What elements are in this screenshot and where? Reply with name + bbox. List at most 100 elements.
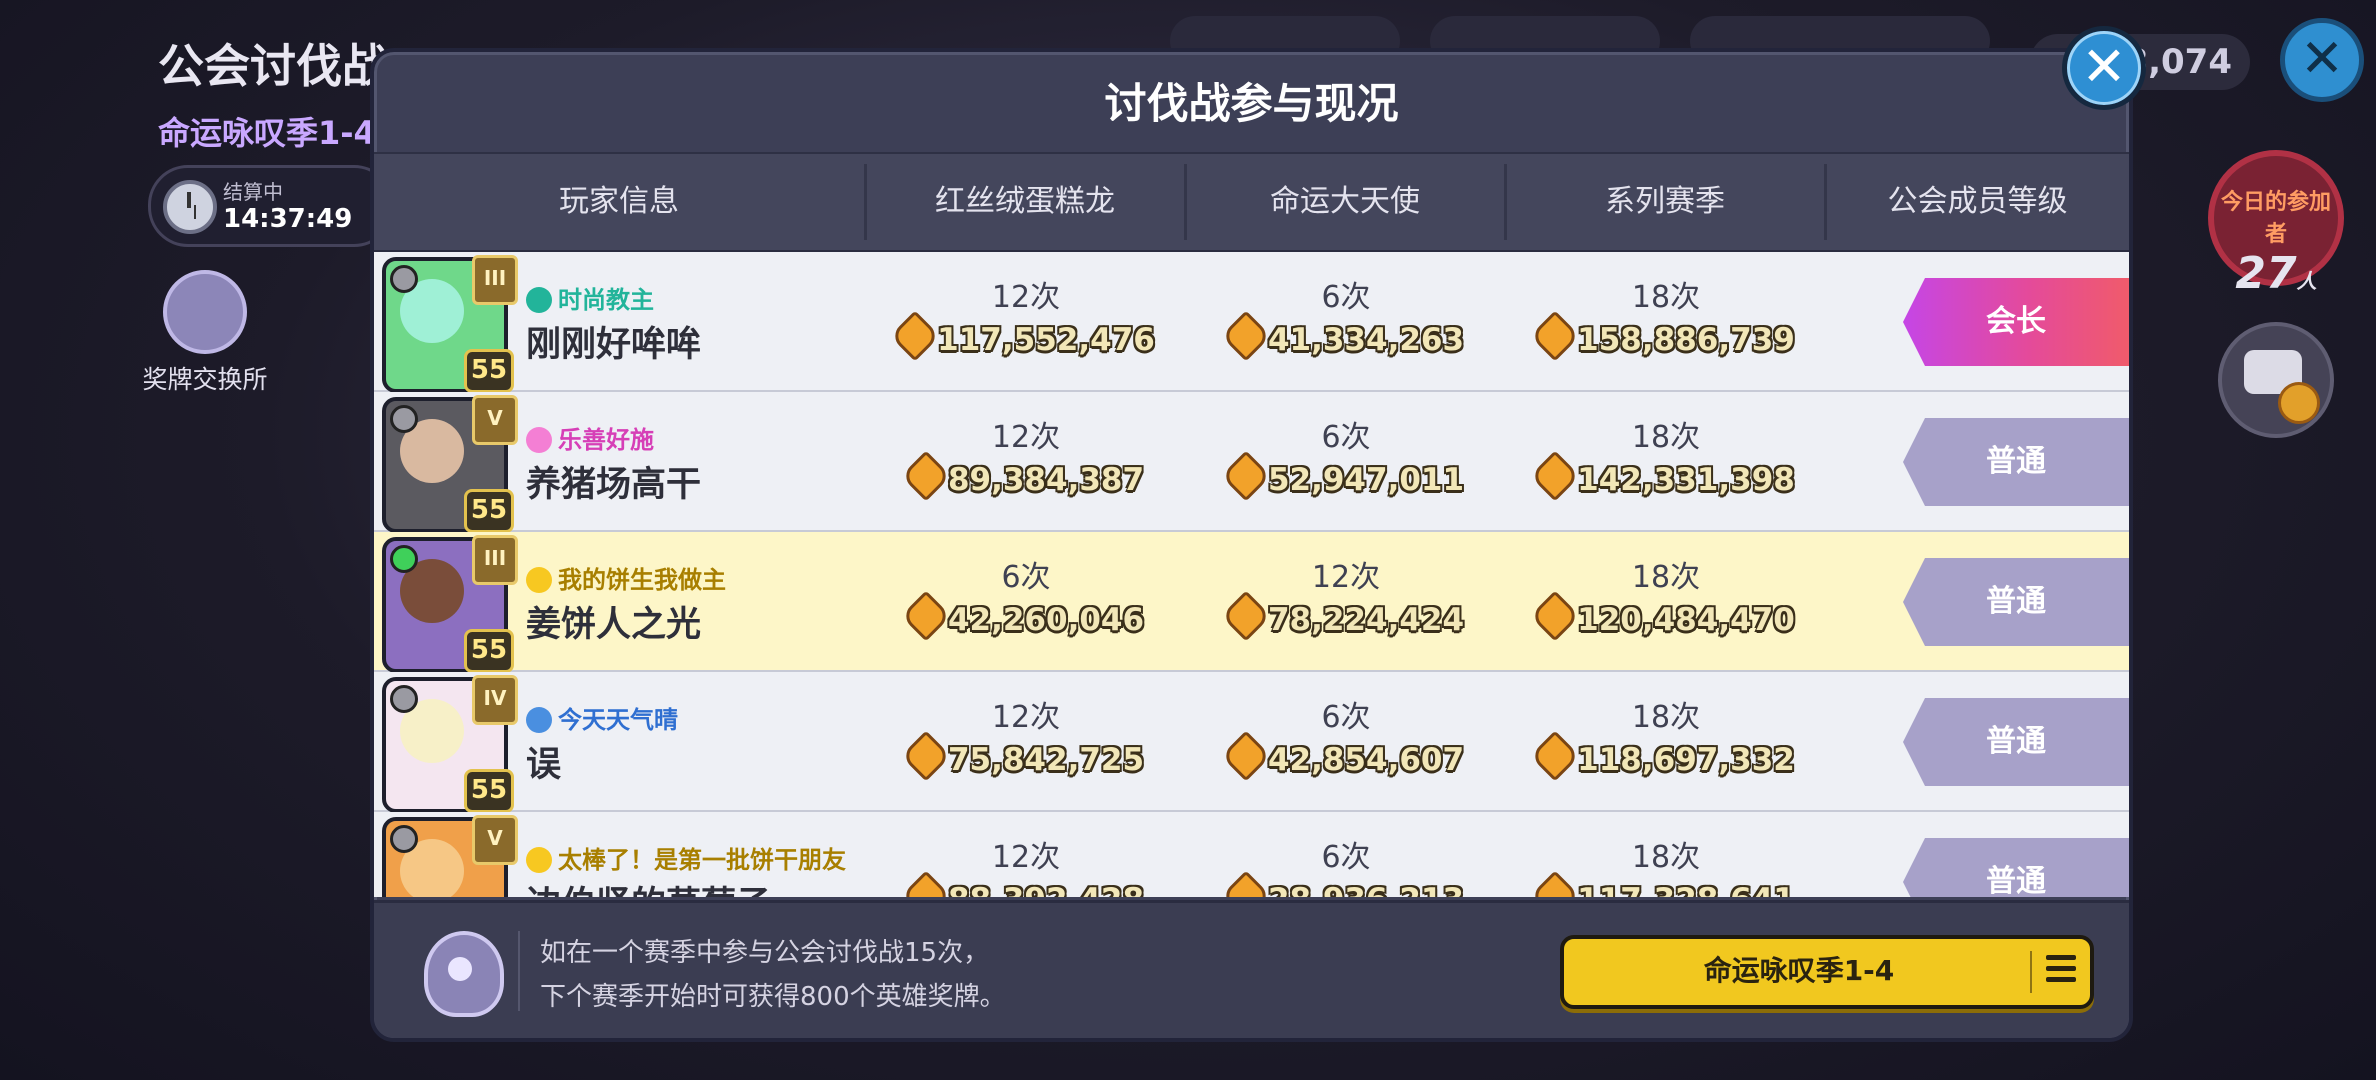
- timer-label: 结算中: [223, 180, 283, 204]
- season-select-label: 命运咏叹季1-4: [1703, 954, 1895, 987]
- clock-icon: [163, 180, 217, 234]
- level-badge: 55: [464, 349, 514, 393]
- player-name: 姜饼人之光: [526, 605, 702, 645]
- member-list[interactable]: III 55 时尚教主 刚刚好哞哞 12次 117,552,476 6次 41,33…: [374, 252, 2129, 897]
- column-header: 公会成员等级: [1887, 184, 2068, 219]
- table-row-self[interactable]: III 55 我的饼生我做主 姜饼人之光 6次 42,260,046 12次 78,…: [374, 532, 2129, 673]
- boss2-stat: 6次 41,334,263: [1186, 272, 1506, 362]
- role-badge: 普通: [1903, 418, 2129, 506]
- season-stat: 18次 120,484,470: [1506, 552, 1826, 642]
- modal-title: 讨伐战参与现况: [1104, 79, 1399, 128]
- rank-badge: V: [472, 815, 518, 865]
- avatar[interactable]: V 55: [382, 395, 518, 533]
- damage-icon: [1220, 310, 1272, 362]
- rank-badge: IV: [472, 675, 518, 725]
- avatar[interactable]: III 55: [382, 535, 518, 673]
- season-stat: 18次117,328,641: [1506, 832, 1826, 897]
- medal-icon: [163, 270, 247, 354]
- offline-status-icon: [390, 825, 418, 853]
- player-title: 今天天气晴: [526, 700, 678, 735]
- table-header: 玩家信息 红丝绒蛋糕龙 命运大天使 系列赛季 公会成员等级: [374, 152, 2129, 254]
- offline-status-icon: [390, 265, 418, 293]
- timer-value: 14:37:49: [223, 204, 353, 234]
- reward-note: 如在一个赛季中参与公会讨伐战15次， 下个赛季开始时可获得800个英雄奖牌。: [540, 938, 1006, 1012]
- season-select-button[interactable]: 命运咏叹季1-4: [1560, 935, 2094, 1009]
- title-icon: [526, 287, 552, 313]
- screen-close-button[interactable]: ✕: [2280, 18, 2364, 102]
- boss1-stat: 6次 42,260,046: [866, 552, 1186, 642]
- boss1-stat: 12次 75,842,725: [866, 692, 1186, 782]
- damage-icon: [1529, 310, 1581, 362]
- boss2-stat: 12次 78,224,424: [1186, 552, 1506, 642]
- offline-status-icon: [390, 405, 418, 433]
- participation-modal: 讨伐战参与现况 玩家信息 红丝绒蛋糕龙 命运大天使 系列赛季 公会成员等级 II…: [370, 48, 2133, 1042]
- boss2-stat: 6次 52,947,011: [1186, 412, 1506, 502]
- season-stat: 18次 158,886,739: [1506, 272, 1826, 362]
- role-badge: 普通: [1903, 558, 2129, 646]
- menu-icon: [2046, 955, 2076, 985]
- damage-icon: [1220, 590, 1272, 642]
- damage-icon: [900, 590, 952, 642]
- level-badge: 55: [464, 769, 514, 813]
- season-stat: 18次 118,697,332: [1506, 692, 1826, 782]
- table-row[interactable]: V 55 乐善好施 养猪场高干 12次 89,384,387 6次 52,947,0…: [374, 392, 2129, 533]
- boss2-stat: 6次 42,854,607: [1186, 692, 1506, 782]
- player-name: 刚刚好哞哞: [526, 325, 702, 365]
- column-header: 玩家信息: [559, 184, 679, 219]
- boss1-stat: 12次 89,384,387: [866, 412, 1186, 502]
- online-status-icon: [390, 545, 418, 573]
- damage-icon: [1529, 450, 1581, 502]
- role-badge: 会长: [1903, 278, 2129, 366]
- medal-exchange-button[interactable]: 奖牌交换所: [140, 270, 270, 396]
- season-subtitle: 命运咏叹季1-4: [158, 114, 376, 152]
- table-row[interactable]: IV 55 今天天气晴 误 12次 75,842,725 6次 42,854,607…: [374, 672, 2129, 813]
- level-badge: 55: [464, 489, 514, 533]
- player-title: 太棒了！是第一批饼干朋友: [526, 840, 846, 875]
- table-row[interactable]: V 55 太棒了！是第一批饼干朋友 边伯贤的草莓子 12次88,392,428 …: [374, 812, 2129, 897]
- level-badge: 55: [464, 629, 514, 673]
- close-icon[interactable]: ✕: [2062, 26, 2146, 110]
- role-badge: 普通: [1903, 838, 2129, 897]
- season-stat: 18次 142,331,398: [1506, 412, 1826, 502]
- page-title: 公会讨伐战: [158, 39, 388, 93]
- damage-icon: [889, 310, 941, 362]
- role-badge: 普通: [1903, 698, 2129, 786]
- avatar[interactable]: IV 55: [382, 675, 518, 813]
- modal-footer: 如在一个赛季中参与公会讨伐战15次， 下个赛季开始时可获得800个英雄奖牌。 命…: [374, 900, 2129, 1038]
- title-icon: [526, 707, 552, 733]
- avatar[interactable]: III 55: [382, 255, 518, 393]
- rank-badge: V: [472, 395, 518, 445]
- avatar[interactable]: V 55: [382, 815, 518, 897]
- daily-participants-badge[interactable]: 今日的参加者 27人: [2208, 150, 2344, 299]
- heart-icon: [526, 567, 552, 593]
- boss2-stat: 6次28,936,213: [1186, 832, 1506, 897]
- rank-badge: III: [472, 255, 518, 305]
- damage-icon: [1220, 450, 1272, 502]
- rank-badge: III: [472, 535, 518, 585]
- guild-chat-icon[interactable]: [2218, 322, 2334, 438]
- settlement-timer: 结算中 14:37:49: [148, 165, 394, 247]
- column-header: 系列赛季: [1605, 184, 1725, 219]
- damage-icon: [1529, 590, 1581, 642]
- hero-medal-icon: [424, 931, 504, 1017]
- damage-icon: [1220, 730, 1272, 782]
- damage-icon: [1529, 730, 1581, 782]
- heart-icon: [526, 427, 552, 453]
- boss1-stat: 12次88,392,428: [866, 832, 1186, 897]
- player-title: 时尚教主: [526, 280, 654, 315]
- heart-icon: [526, 847, 552, 873]
- player-title: 我的饼生我做主: [526, 560, 726, 595]
- offline-status-icon: [390, 685, 418, 713]
- damage-icon: [900, 730, 952, 782]
- column-header: 红丝绒蛋糕龙: [935, 184, 1115, 219]
- player-name: 养猪场高干: [526, 465, 702, 505]
- column-header: 命运大天使: [1270, 184, 1420, 219]
- player-title: 乐善好施: [526, 420, 654, 455]
- boss1-stat: 12次 117,552,476: [866, 272, 1186, 362]
- participants-count: 27人: [2235, 248, 2317, 299]
- player-name: 边伯贤的草莓子: [526, 876, 771, 897]
- participants-label: 今日的参加者: [2220, 190, 2331, 247]
- table-row[interactable]: III 55 时尚教主 刚刚好哞哞 12次 117,552,476 6次 41,33…: [374, 252, 2129, 393]
- damage-icon: [900, 450, 952, 502]
- player-name: 误: [526, 745, 562, 785]
